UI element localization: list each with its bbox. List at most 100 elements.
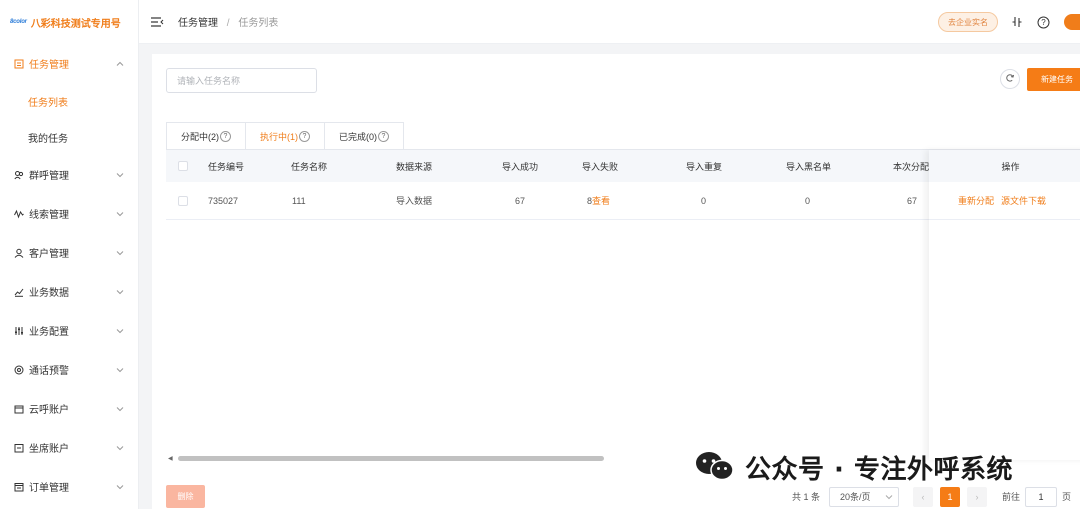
select-all-checkbox[interactable]	[178, 161, 188, 171]
tab-completed[interactable]: 已完成(0) ?	[324, 122, 404, 150]
avatar[interactable]	[1064, 14, 1080, 30]
task-status-tabs: 分配中(2) ? 执行中(1) ? 已完成(0) ?	[166, 122, 404, 150]
brand-name: 八彩科技测试专用号	[30, 18, 121, 30]
column-header: 本次分配	[893, 161, 930, 172]
help-icon[interactable]: ?	[1036, 15, 1050, 29]
tab-executing[interactable]: 执行中(1) ?	[245, 122, 324, 150]
import-blacklist-cell: 0	[805, 195, 811, 206]
breadcrumb-current: 任务列表	[238, 18, 279, 29]
chevron-down-icon	[116, 288, 124, 296]
sidebar-item-label: 订单管理	[29, 483, 69, 494]
chevron-down-icon	[116, 249, 124, 257]
sidebar-item-label: 云呼账户	[29, 405, 69, 416]
person-icon	[14, 248, 24, 258]
sidebar-item-leads[interactable]: 线索管理	[0, 194, 138, 233]
scrollbar-thumb[interactable]	[178, 456, 604, 461]
watermark: 公众号 · 专注外呼系统	[693, 449, 1013, 486]
goto-label: 前往	[1002, 492, 1021, 502]
sidebar-item-label: 任务管理	[29, 60, 69, 71]
seat-icon	[14, 443, 24, 453]
help-icon[interactable]: ?	[378, 130, 389, 142]
users-icon	[14, 170, 24, 180]
sidebar-item-label: 客户管理	[29, 249, 69, 260]
pagination: 共 1 条 20条/页 ‹ 1 › 前往 页	[792, 485, 1071, 508]
page-size-select[interactable]: 20条/页	[829, 486, 900, 507]
total-count: 共 1 条	[792, 492, 821, 502]
sidebar-item-seat-account[interactable]: 坐席账户	[0, 428, 138, 467]
breadcrumb: 任务管理 / 任务列表	[178, 14, 278, 29]
tab-label: 分配中(2)	[181, 131, 219, 142]
scroll-left-icon[interactable]: ◀	[168, 455, 173, 462]
sidebar-subitem-my-tasks[interactable]: 我的任务	[0, 119, 138, 155]
music-note-icon[interactable]	[1010, 15, 1024, 29]
column-header: 任务名称	[291, 161, 328, 172]
task-name-link[interactable]: 111	[292, 182, 306, 219]
sidebar-subitem-task-list[interactable]: 任务列表	[0, 83, 138, 119]
next-page-button[interactable]: ›	[967, 486, 988, 507]
chevron-down-icon	[116, 405, 124, 413]
row-actions: 重新分配 源文件下载	[929, 182, 1080, 220]
page-size-value: 20条/页	[840, 492, 871, 502]
sidebar-item-customers[interactable]: 客户管理	[0, 233, 138, 272]
download-source-link[interactable]: 源文件下载	[1001, 194, 1046, 207]
main-panel: 新建任务 分配中(2) ? 执行中(1) ? 已完成(0) ? 任务编号 任务名…	[152, 54, 1080, 509]
reassign-link[interactable]: 重新分配	[958, 194, 994, 207]
help-icon[interactable]: ?	[220, 130, 231, 142]
wechat-icon	[693, 449, 737, 486]
delete-button[interactable]: 删除	[166, 485, 205, 508]
alert-icon	[14, 365, 24, 375]
tab-assigning[interactable]: 分配中(2) ?	[166, 122, 245, 150]
sidebar-item-task-management[interactable]: 任务管理	[0, 44, 138, 83]
chevron-down-icon	[116, 171, 124, 179]
svg-text:?: ?	[1041, 18, 1046, 27]
sidebar-item-business-config[interactable]: 业务配置	[0, 311, 138, 350]
enterprise-verify-button[interactable]: 去企业实名	[938, 12, 998, 32]
task-id-cell: 735027	[208, 195, 239, 206]
goto-page-input[interactable]	[1025, 486, 1058, 507]
chevron-down-icon	[116, 327, 124, 335]
prev-page-button[interactable]: ‹	[913, 486, 934, 507]
chevron-down-icon	[116, 483, 124, 491]
column-header: 操作	[929, 150, 1080, 182]
help-icon[interactable]: ?	[299, 130, 310, 142]
row-checkbox[interactable]	[178, 195, 188, 206]
column-header: 导入失败	[582, 161, 619, 172]
assigned-cell: 67	[907, 195, 918, 206]
page-suffix: 页	[1062, 492, 1072, 502]
sidebar-item-group-call[interactable]: 群呼管理	[0, 155, 138, 194]
list-icon	[14, 59, 24, 69]
order-icon	[14, 482, 24, 492]
view-fail-link[interactable]: 查看	[592, 194, 610, 207]
chevron-down-icon	[116, 210, 124, 218]
menu-toggle-icon[interactable]	[150, 15, 164, 29]
sidebar-item-business-data[interactable]: 业务数据	[0, 272, 138, 311]
chevron-down-icon	[885, 493, 893, 501]
chevron-down-icon	[116, 366, 124, 374]
sidebar-item-orders[interactable]: 订单管理	[0, 467, 138, 506]
import-duplicate-cell: 0	[701, 195, 707, 206]
brand[interactable]: 8color 八彩科技测试专用号	[0, 0, 138, 44]
goto-page: 前往 页	[1002, 486, 1072, 507]
row-select-cell[interactable]	[178, 182, 188, 219]
refresh-icon	[1005, 73, 1015, 86]
refresh-button[interactable]	[1000, 69, 1020, 89]
wallet-icon	[14, 404, 24, 414]
sidebar-item-call-alert[interactable]: 通话预警	[0, 350, 138, 389]
page-button-current[interactable]: 1	[940, 486, 961, 507]
tab-label: 执行中(1)	[260, 131, 298, 142]
task-name-search-input[interactable]	[166, 68, 317, 93]
sidebar-item-label: 通话预警	[29, 366, 69, 377]
wave-icon	[14, 209, 24, 219]
sidebar: 8color 八彩科技测试专用号 任务管理 任务列表 我的任务 群呼管理 线索管…	[0, 0, 139, 509]
data-source-cell: 导入数据	[396, 196, 433, 206]
select-all-cell[interactable]	[178, 150, 188, 182]
chevron-down-icon	[116, 444, 124, 452]
sidebar-item-cloud-account[interactable]: 云呼账户	[0, 389, 138, 428]
sidebar-item-label: 坐席账户	[29, 444, 69, 455]
sidebar-item-label: 业务数据	[29, 288, 69, 299]
breadcrumb-parent[interactable]: 任务管理	[178, 18, 218, 29]
chevron-up-icon	[116, 60, 124, 68]
actions-column: 操作 重新分配 源文件下载	[929, 150, 1080, 460]
header-actions: 去企业实名 ?	[938, 0, 1080, 44]
new-task-button[interactable]: 新建任务	[1027, 68, 1080, 91]
